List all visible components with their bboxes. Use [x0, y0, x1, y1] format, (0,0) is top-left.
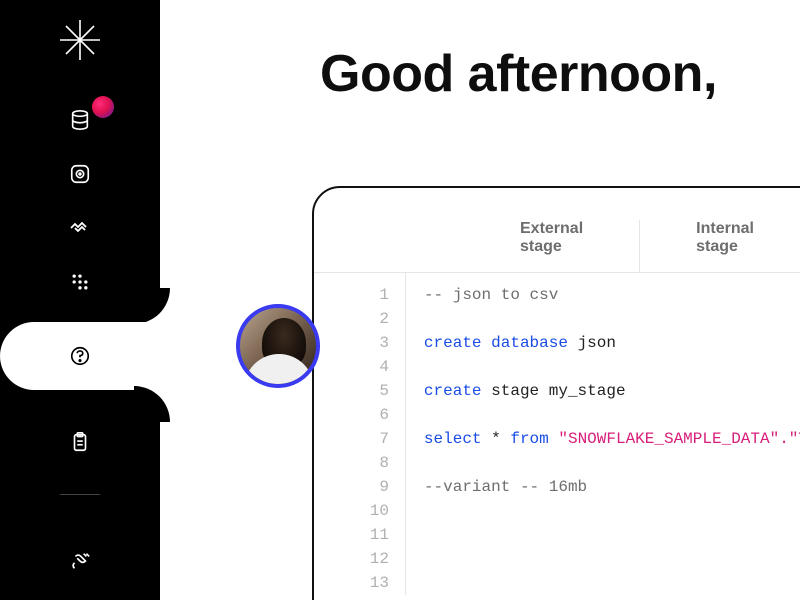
tab-external-stage[interactable]: External stage [464, 220, 640, 272]
sidebar-nav: ? [0, 108, 160, 600]
sidebar-divider [60, 494, 100, 495]
code-line[interactable] [424, 571, 800, 595]
avatar[interactable] [236, 304, 320, 388]
sidebar: ? [0, 0, 160, 600]
code-line[interactable]: select * from "SNOWFLAKE_SAMPLE_DATA"."T [424, 427, 800, 451]
code-body[interactable]: -- json to csv create database json create… [406, 273, 800, 595]
greeting-text: Good afternoon, [320, 44, 800, 104]
code-line[interactable] [424, 451, 800, 475]
logo-icon [58, 18, 102, 62]
sidebar-item-brain[interactable] [68, 344, 92, 368]
tab-bar: External stage Internal stage [314, 188, 800, 272]
editor-panel: External stage Internal stage 1234567891… [312, 186, 800, 600]
code-line[interactable]: -- json to csv [424, 283, 800, 307]
code-line[interactable] [424, 403, 800, 427]
code-line[interactable] [424, 499, 800, 523]
code-line[interactable]: create database json [424, 331, 800, 355]
code-line[interactable] [424, 355, 800, 379]
line-gutter: 12345678910111213 [314, 273, 406, 595]
code-line[interactable] [424, 523, 800, 547]
sidebar-item-handshake[interactable] [68, 216, 92, 240]
code-line[interactable] [424, 547, 800, 571]
sidebar-item-target[interactable] [68, 162, 92, 186]
code-line[interactable]: create stage my_stage [424, 379, 800, 403]
sidebar-item-database[interactable] [68, 108, 92, 132]
sidebar-item-plug[interactable] [68, 549, 92, 573]
notification-badge [92, 96, 114, 118]
code-line[interactable] [424, 307, 800, 331]
code-line[interactable]: --variant -- 16mb [424, 475, 800, 499]
tab-internal-stage[interactable]: Internal stage [640, 220, 800, 272]
code-editor[interactable]: 12345678910111213 -- json to csv create d… [314, 272, 800, 595]
sidebar-item-grid-dots[interactable] [68, 270, 92, 294]
main-content: Good afternoon, External stage Internal … [160, 0, 800, 600]
sidebar-item-clipboard[interactable] [68, 430, 92, 454]
